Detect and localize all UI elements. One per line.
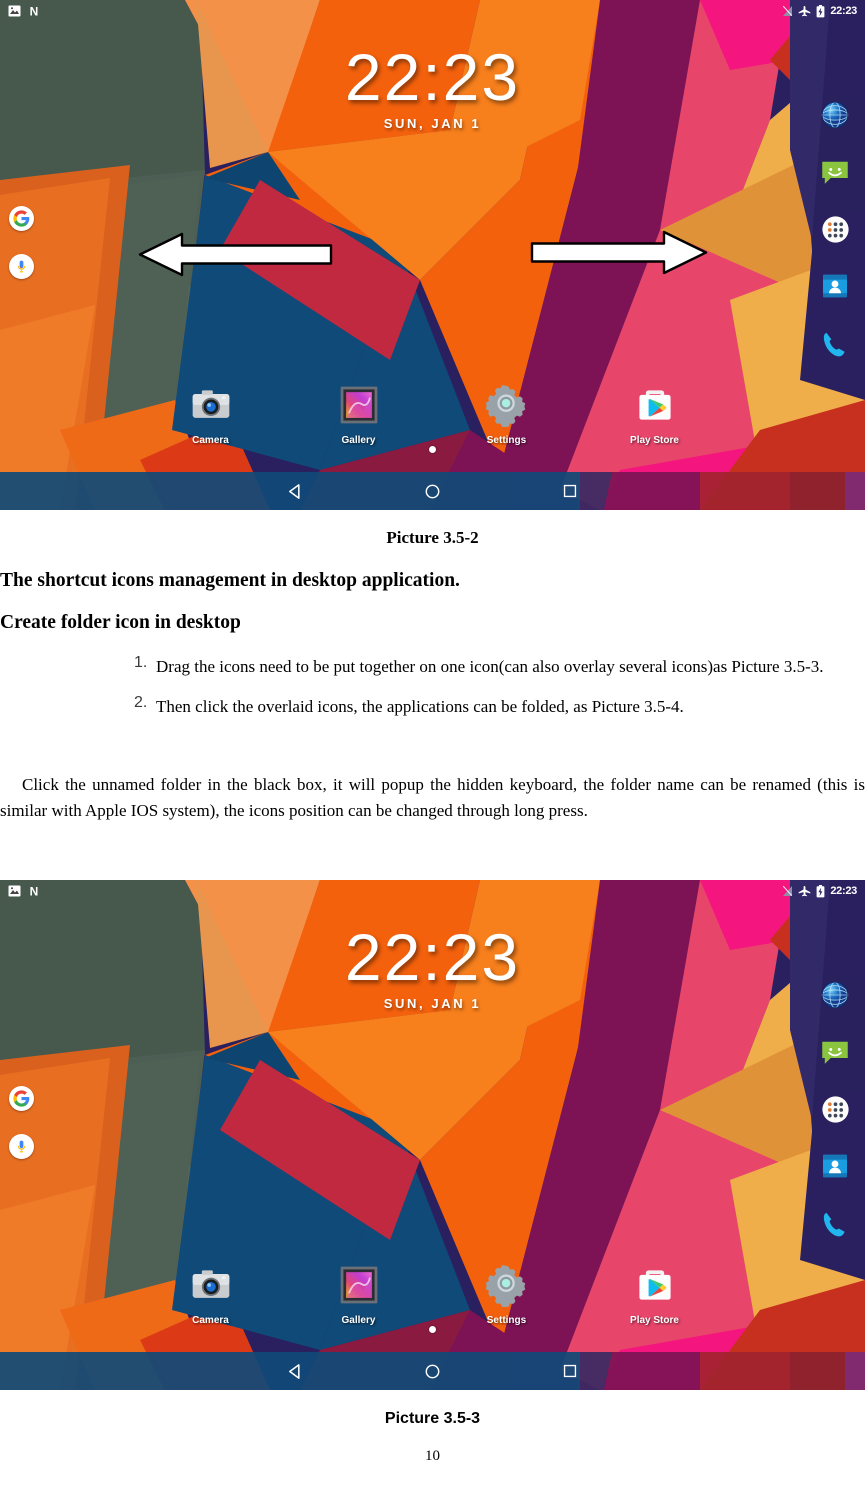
- settings-gear-icon: [483, 381, 531, 429]
- hotseat-app-label: Camera: [192, 1315, 229, 1326]
- svg-text:N: N: [30, 5, 39, 17]
- google-search-icon[interactable]: [9, 1086, 34, 1111]
- list-item-text: Then click the overlaid icons, the appli…: [156, 696, 684, 716]
- gallery-icon: [335, 381, 383, 429]
- status-bar-left-icons: N: [8, 885, 40, 897]
- google-g-glyph: [13, 210, 30, 227]
- swipe-right-arrow: [530, 230, 708, 280]
- hotseat-app-label: Play Store: [630, 1315, 679, 1326]
- right-app-dock: [816, 96, 854, 362]
- hotseat-app-label: Gallery: [341, 1315, 376, 1326]
- hotseat-app-play-store[interactable]: Play Store: [616, 381, 694, 446]
- figure-caption-2: Picture 3.5-3: [384, 1410, 481, 1427]
- messaging-icon[interactable]: [816, 1033, 854, 1071]
- messaging-icon[interactable]: [816, 153, 854, 191]
- status-bar-right-icons: 22:23: [782, 4, 857, 18]
- right-app-dock: [816, 976, 854, 1242]
- google-search-icon[interactable]: [9, 206, 34, 231]
- home-button[interactable]: [364, 1363, 501, 1380]
- contacts-icon[interactable]: [816, 267, 854, 305]
- list-item-text: Drag the icons need to be put together o…: [156, 657, 824, 676]
- hotseat-app-settings[interactable]: Settings: [468, 381, 546, 446]
- hotseat-app-label: Settings: [486, 1315, 527, 1326]
- list-item-number: 2.: [134, 693, 148, 711]
- hotseat-app-label: Settings: [486, 435, 527, 446]
- microphone-glyph: [17, 1140, 26, 1153]
- recents-button[interactable]: [501, 483, 638, 499]
- home-button[interactable]: [364, 483, 501, 500]
- hotseat-app-camera[interactable]: Camera: [172, 1261, 250, 1326]
- page-indicator-dot: [429, 1326, 436, 1333]
- play-store-icon: [631, 381, 679, 429]
- browser-icon[interactable]: [816, 976, 854, 1014]
- hotseat-app-label: Camera: [192, 435, 229, 446]
- google-g-glyph: [13, 1090, 30, 1107]
- status-bar-clock: 22:23: [830, 5, 857, 17]
- back-button[interactable]: [227, 1362, 364, 1381]
- manual-page: N 22:23 22:23 SUN, JAN 1 Camera Gallery …: [0, 0, 865, 1490]
- microphone-glyph: [17, 260, 26, 273]
- navigation-bar: [0, 1352, 865, 1390]
- navigation-bar: [0, 472, 865, 510]
- list-item: 2. Then click the overlaid icons, the ap…: [118, 694, 865, 720]
- status-bar-clock: 22:23: [830, 885, 857, 897]
- google-voice-search-icon[interactable]: [9, 1134, 34, 1159]
- body-paragraph: Click the unnamed folder in the black bo…: [0, 772, 865, 824]
- hotseat-app-camera[interactable]: Camera: [172, 381, 250, 446]
- section-heading-1: The shortcut icons management in desktop…: [0, 570, 460, 591]
- nfc-n-icon: N: [30, 5, 39, 17]
- hotseat-app-gallery[interactable]: Gallery: [320, 1261, 398, 1326]
- hotseat-app-play-store[interactable]: Play Store: [616, 1261, 694, 1326]
- airplane-mode-icon: [799, 5, 811, 17]
- hotseat-app-label: Gallery: [341, 435, 376, 446]
- battery-charging-icon: [816, 884, 825, 897]
- contacts-icon[interactable]: [816, 1147, 854, 1185]
- hotseat-app-row: Camera Gallery Settings Play Store: [0, 1261, 865, 1326]
- figure-caption-1: Picture 3.5-2: [386, 528, 479, 547]
- recents-button[interactable]: [501, 1363, 638, 1379]
- status-bar: N 22:23: [0, 0, 865, 22]
- google-voice-search-icon[interactable]: [9, 254, 34, 279]
- app-drawer-icon[interactable]: [816, 210, 854, 248]
- phone-icon[interactable]: [816, 324, 854, 362]
- section-heading-2: Create folder icon in desktop: [0, 612, 241, 633]
- body-paragraph-text: Click the unnamed folder in the black bo…: [0, 775, 865, 820]
- phone-icon[interactable]: [816, 1204, 854, 1242]
- signal-off-icon: [783, 885, 793, 896]
- signal-off-icon: [783, 5, 793, 16]
- hotseat-app-label: Play Store: [630, 435, 679, 446]
- status-bar-right-icons: 22:23: [782, 884, 857, 898]
- status-bar: N 22:23: [0, 880, 865, 902]
- hotseat-app-row: Camera Gallery Settings Play Store: [0, 381, 865, 446]
- camera-icon: [187, 381, 235, 429]
- screenshot-icon: [8, 5, 21, 17]
- battery-charging-icon: [816, 4, 825, 17]
- page-number: 10: [425, 1448, 440, 1464]
- gallery-icon: [335, 1261, 383, 1309]
- list-item-number: 1.: [134, 654, 148, 671]
- app-drawer-icon[interactable]: [816, 1090, 854, 1128]
- page-indicator-dot: [429, 446, 436, 453]
- nfc-n-icon: N: [30, 885, 39, 897]
- hotseat-app-settings[interactable]: Settings: [468, 1261, 546, 1326]
- status-bar-left-icons: N: [8, 5, 40, 17]
- list-item: 1. Drag the icons need to be put togethe…: [118, 654, 865, 680]
- android-home-screenshot-1: N 22:23 22:23 SUN, JAN 1 Camera Gallery …: [0, 0, 865, 510]
- back-button[interactable]: [227, 482, 364, 501]
- svg-text:N: N: [30, 885, 39, 897]
- browser-icon[interactable]: [816, 96, 854, 134]
- play-store-icon: [631, 1261, 679, 1309]
- hotseat-app-gallery[interactable]: Gallery: [320, 381, 398, 446]
- screenshot-icon: [8, 885, 21, 897]
- instruction-list: 1. Drag the icons need to be put togethe…: [118, 654, 865, 733]
- airplane-mode-icon: [799, 885, 811, 897]
- android-home-screenshot-2: N 22:23 22:23 SUN, JAN 1 Camera Gallery …: [0, 880, 865, 1390]
- settings-gear-icon: [483, 1261, 531, 1309]
- camera-icon: [187, 1261, 235, 1309]
- swipe-left-arrow: [138, 232, 333, 282]
